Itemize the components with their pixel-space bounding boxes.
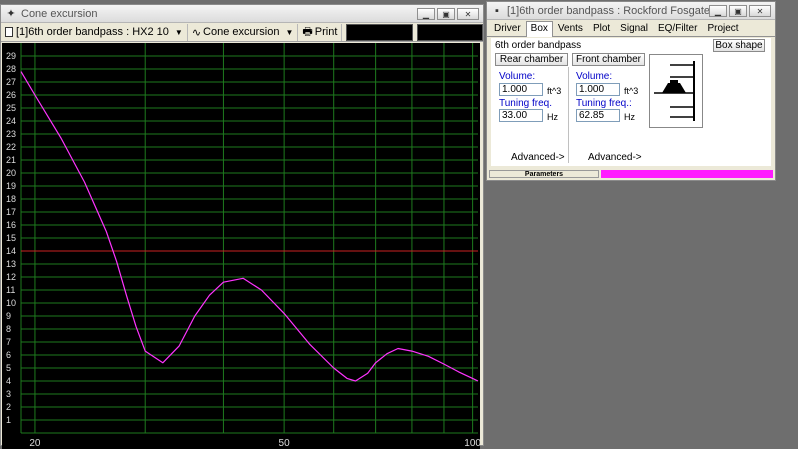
rear-chamber-button[interactable]: Rear chamber bbox=[495, 53, 568, 66]
rear-volume-input[interactable]: 1.000 bbox=[499, 83, 543, 96]
window-app-icon: ▪ bbox=[495, 4, 499, 17]
print-label: Print bbox=[314, 26, 338, 38]
y-tick-label: 2 bbox=[6, 402, 11, 412]
front-tuning-label: Tuning freq.: bbox=[576, 98, 632, 109]
tab-bar: Driver Box Vents Plot Signal EQ/Filter P… bbox=[487, 20, 775, 37]
graph-select[interactable]: ∿ Cone excursion ▼ bbox=[188, 23, 299, 41]
series-line bbox=[20, 71, 479, 382]
tab-driver[interactable]: Driver bbox=[489, 21, 526, 36]
tab-signal[interactable]: Signal bbox=[615, 21, 653, 36]
y-tick-label: 22 bbox=[6, 142, 16, 152]
front-tuning-unit: Hz bbox=[624, 112, 635, 122]
y-tick-label: 3 bbox=[6, 389, 11, 399]
y-tick-label: 9 bbox=[6, 311, 11, 321]
y-tick-label: 8 bbox=[6, 324, 11, 334]
y-tick-label: 10 bbox=[6, 298, 16, 308]
y-tick-label: 12 bbox=[6, 272, 16, 282]
maximize-button[interactable]: ▣ bbox=[729, 4, 747, 17]
doc-icon bbox=[5, 27, 13, 37]
rear-advanced-link[interactable]: Advanced-> bbox=[511, 152, 565, 163]
front-tuning-input[interactable]: 62.85 bbox=[576, 109, 620, 122]
box-tab-panel: 6th order bandpass Box shape Rear chambe… bbox=[491, 38, 771, 166]
title-bar[interactable]: ✦ Cone excursion ▁ ▣ ✕ bbox=[1, 5, 483, 23]
parameters-label: Parameters bbox=[489, 170, 599, 178]
x-tick-label: 50 bbox=[279, 438, 291, 449]
status-box bbox=[416, 23, 483, 41]
y-tick-label: 5 bbox=[6, 363, 11, 373]
chevron-down-icon: ▼ bbox=[285, 27, 294, 37]
y-tick-label: 24 bbox=[6, 116, 16, 126]
y-tick-label: 4 bbox=[6, 376, 11, 386]
title-bar[interactable]: ▪ [1]6th order bandpass : Rockford Fosga… bbox=[487, 2, 775, 20]
y-tick-label: 15 bbox=[6, 233, 16, 243]
y-tick-label: 25 bbox=[6, 103, 16, 113]
front-chamber-button[interactable]: Front chamber bbox=[572, 53, 645, 66]
box-parameters-window: ▪ [1]6th order bandpass : Rockford Fosga… bbox=[486, 1, 776, 181]
y-tick-label: 18 bbox=[6, 194, 16, 204]
window-app-icon: ✦ bbox=[6, 7, 16, 20]
box-type-label: 6th order bandpass bbox=[495, 40, 582, 51]
project-select-value: [1]6th order bandpass : HX2 10 bbox=[16, 26, 169, 38]
chevron-down-icon: ▼ bbox=[174, 27, 183, 37]
y-tick-label: 21 bbox=[6, 155, 16, 165]
y-tick-label: 26 bbox=[6, 90, 16, 100]
progress-bar bbox=[601, 170, 773, 178]
minimize-button[interactable]: ▁ bbox=[417, 7, 435, 20]
minimize-button[interactable]: ▁ bbox=[709, 4, 727, 17]
rear-volume-unit: ft^3 bbox=[547, 86, 562, 96]
y-tick-label: 27 bbox=[6, 77, 16, 87]
rear-tuning-label: Tuning freq. bbox=[499, 98, 552, 109]
y-tick-label: 11 bbox=[6, 285, 15, 295]
printer-icon: 🖶 bbox=[302, 25, 313, 38]
tab-project[interactable]: Project bbox=[702, 21, 743, 36]
rear-volume-label: Volume: bbox=[499, 71, 536, 82]
x-tick-label: 20 bbox=[29, 438, 41, 449]
cone-excursion-window: ✦ Cone excursion ▁ ▣ ✕ [1]6th order band… bbox=[0, 4, 484, 449]
front-advanced-link[interactable]: Advanced-> bbox=[588, 152, 642, 163]
y-tick-label: 13 bbox=[6, 259, 16, 269]
project-select[interactable]: [1]6th order bandpass : HX2 10 ▼ bbox=[1, 23, 188, 41]
close-button[interactable]: ✕ bbox=[457, 7, 479, 20]
maximize-button[interactable]: ▣ bbox=[437, 7, 455, 20]
box-shape-button[interactable]: Box shape bbox=[713, 39, 765, 52]
front-volume-label: Volume: bbox=[576, 71, 613, 82]
status-bar: Parameters bbox=[489, 170, 773, 178]
window-title: Cone excursion bbox=[21, 7, 98, 20]
window-title: [1]6th order bandpass : Rockford Fosgate… bbox=[507, 4, 709, 17]
y-tick-label: 17 bbox=[6, 207, 16, 217]
front-volume-unit: ft^3 bbox=[624, 86, 639, 96]
y-tick-label: 1 bbox=[6, 415, 11, 425]
y-tick-label: 28 bbox=[6, 64, 16, 74]
box-diagram bbox=[649, 54, 703, 128]
y-tick-label: 16 bbox=[6, 220, 16, 230]
print-button[interactable]: 🖶 Print bbox=[298, 23, 343, 41]
front-volume-input[interactable]: 1.000 bbox=[576, 83, 620, 96]
chart-area[interactable]: 1 2 3 4 5 6 7 8 9 10 11 12 13 14 15 16 17 18 19 20 21 22 23 24 2… bbox=[2, 43, 480, 449]
wave-icon: ∿ bbox=[191, 26, 202, 39]
y-tick-label: 6 bbox=[6, 350, 11, 360]
tab-box[interactable]: Box bbox=[525, 21, 553, 37]
toolbar: [1]6th order bandpass : HX2 10 ▼ ∿ Cone … bbox=[1, 23, 483, 42]
speaker-icon bbox=[662, 83, 686, 93]
tab-plot[interactable]: Plot bbox=[588, 21, 615, 36]
y-tick-label: 20 bbox=[6, 168, 16, 178]
speaker-magnet bbox=[670, 80, 678, 84]
y-tick-label: 14 bbox=[6, 246, 16, 256]
y-tick-label: 23 bbox=[6, 129, 16, 139]
x-tick-label: 100 bbox=[464, 438, 480, 449]
close-button[interactable]: ✕ bbox=[749, 4, 771, 17]
rear-tuning-input[interactable]: 33.00 bbox=[499, 109, 543, 122]
y-tick-label: 7 bbox=[6, 337, 11, 347]
y-tick-label: 29 bbox=[6, 51, 16, 61]
graph-select-value: Cone excursion bbox=[203, 26, 280, 38]
cone-excursion-chart: 1234567891011121314151617181920212223242… bbox=[6, 43, 480, 449]
status-box bbox=[346, 23, 413, 41]
y-tick-label: 19 bbox=[6, 181, 16, 191]
tab-vents[interactable]: Vents bbox=[553, 21, 588, 36]
rear-tuning-unit: Hz bbox=[547, 112, 558, 122]
tab-eq-filter[interactable]: EQ/Filter bbox=[653, 21, 702, 36]
